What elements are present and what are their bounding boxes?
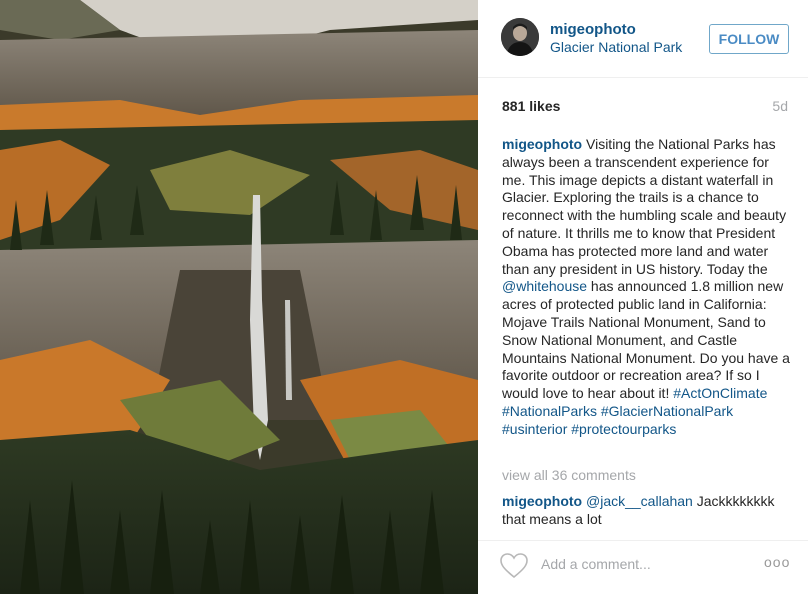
- hashtag[interactable]: #usinterior: [502, 421, 567, 437]
- post-footer: Add a comment... ooo: [478, 540, 808, 594]
- follow-button[interactable]: FOLLOW: [709, 24, 789, 54]
- caption-text-1: Visiting the National Parks has always b…: [502, 136, 787, 277]
- avatar-image: [501, 18, 539, 56]
- hashtag[interactable]: #ActOnClimate: [673, 385, 767, 401]
- hashtag[interactable]: #GlacierNationalPark: [601, 403, 733, 419]
- post-header: migeophoto Glacier National Park FOLLOW: [478, 0, 808, 78]
- caption-text-2: has announced 1.8 million new acres of p…: [502, 278, 790, 402]
- post-sidebar: migeophoto Glacier National Park FOLLOW …: [478, 0, 808, 594]
- hashtag[interactable]: #NationalParks: [502, 403, 597, 419]
- post-view: migeophoto Glacier National Park FOLLOW …: [0, 0, 808, 594]
- caption-username[interactable]: migeophoto: [502, 136, 582, 152]
- comment-item: migeophoto @jack__callahan Jackkkkkkkk t…: [502, 492, 792, 528]
- avatar[interactable]: [501, 18, 539, 56]
- post-username[interactable]: migeophoto: [550, 21, 636, 38]
- heart-icon[interactable]: [500, 553, 528, 579]
- caption-mention[interactable]: @whitehouse: [502, 278, 587, 294]
- hashtag[interactable]: #protectourparks: [571, 421, 676, 437]
- comment-mention[interactable]: @jack__callahan: [586, 493, 693, 509]
- add-comment-input[interactable]: Add a comment...: [541, 556, 651, 572]
- post-time[interactable]: 5d: [772, 98, 788, 114]
- waterfall-landscape-image: [0, 0, 478, 594]
- view-all-comments-link[interactable]: view all 36 comments: [502, 467, 636, 483]
- comment-username[interactable]: migeophoto: [502, 493, 582, 509]
- post-caption: migeophoto Visiting the National Parks h…: [502, 136, 792, 439]
- likes-count[interactable]: 881 likes: [502, 98, 560, 114]
- post-location[interactable]: Glacier National Park: [550, 39, 682, 55]
- more-options-icon[interactable]: ooo: [764, 554, 790, 570]
- post-photo[interactable]: [0, 0, 478, 594]
